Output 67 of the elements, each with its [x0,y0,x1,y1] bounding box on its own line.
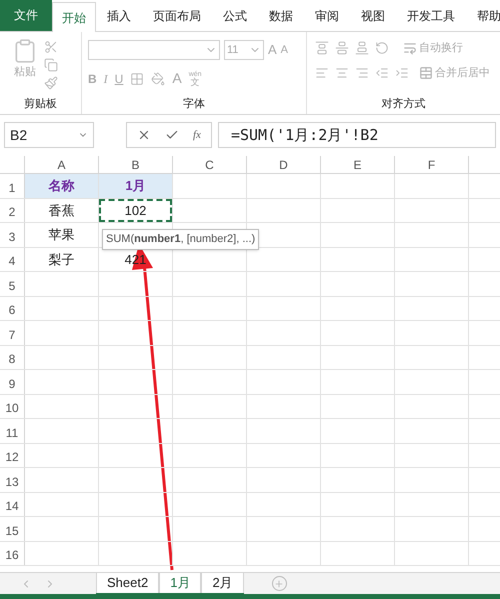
ribbon-tab[interactable]: 开始 [52,2,96,32]
column-header[interactable]: B [99,156,173,173]
row-header[interactable]: 14 [0,492,25,516]
font-name-field[interactable] [88,40,220,60]
ribbon-tab[interactable]: 插入 [96,1,142,31]
table-cell-text: 梨子 [48,250,76,268]
cancel-icon[interactable] [137,128,151,142]
row-header[interactable]: 4 [0,248,25,271]
row-header[interactable]: 9 [0,370,25,394]
align-right-icon[interactable] [355,66,369,80]
row-header[interactable]: 5 [0,272,25,296]
ribbon-tab[interactable]: 页面布局 [142,1,212,31]
column-header[interactable]: D [247,156,321,173]
merge-cells-icon [419,66,433,80]
row-header[interactable]: 3 [0,223,25,246]
formula-field[interactable]: =SUM('1月:2月'!B2 [218,122,496,148]
table-cell: 102 [99,198,172,222]
insert-function-button[interactable]: fx [193,126,201,144]
sheet-tab[interactable]: 2月 [201,573,244,593]
ribbon-tab[interactable]: 开发工具 [396,1,466,31]
wrap-text-icon [403,41,417,56]
sheet-tab[interactable]: 1月 [159,573,202,593]
table-cell-text: 香蕉 [48,202,76,220]
ribbon-tab[interactable]: 公式 [212,1,258,31]
row-header[interactable]: 10 [0,394,25,418]
row-header[interactable]: 16 [0,542,25,565]
row-header[interactable]: 15 [0,517,25,540]
row-header[interactable]: 11 [0,419,25,442]
ribbon-tab[interactable]: 数据 [258,1,304,31]
row-header[interactable]: 8 [0,346,25,369]
column-header[interactable]: A [25,156,99,173]
table-cell-text: 1月 [124,177,147,195]
row-header[interactable]: 12 [0,444,25,467]
table-cell-text: 名称 [47,177,76,195]
increase-indent-icon[interactable] [395,66,409,80]
orientation-icon[interactable] [375,41,389,56]
ribbon-tab[interactable]: 文件 [0,0,52,31]
add-sheet-button[interactable] [272,576,287,591]
function-tooltip: SUM(number1, [number2], ...) [102,229,260,250]
group-label: 对齐方式 [380,96,426,112]
group-label: 字体 [182,96,206,112]
ribbon-tab[interactable]: 视图 [350,1,396,31]
sheet-tab[interactable]: Sheet2 [96,573,160,593]
copy-icon[interactable] [44,58,58,72]
row-header[interactable]: 13 [0,468,25,492]
ribbon-tab[interactable]: 帮助 [466,1,500,31]
ribbon-tab[interactable]: 审阅 [304,1,350,31]
borders-icon[interactable] [130,72,144,86]
column-header[interactable]: E [321,156,395,173]
align-left-icon[interactable] [315,66,329,80]
column-header[interactable]: F [395,156,469,173]
cut-icon[interactable] [44,40,58,54]
decrease-indent-icon[interactable] [375,66,389,80]
row-header[interactable]: 7 [0,321,25,344]
align-center-icon[interactable] [335,66,349,80]
row-header[interactable]: 2 [0,198,25,222]
align-middle-icon[interactable] [335,41,349,56]
table-cell-text: 苹果 [48,226,76,244]
row-header[interactable]: 6 [0,296,25,320]
align-top-icon[interactable] [315,41,329,56]
group-label: 剪贴板 [23,96,58,112]
format-painter-icon[interactable] [44,76,58,90]
align-bottom-icon[interactable] [355,41,369,56]
name-box[interactable]: B2 [4,122,94,148]
fill-color-icon[interactable] [151,72,166,86]
column-header[interactable]: C [173,156,247,173]
plus-icon [274,578,284,588]
